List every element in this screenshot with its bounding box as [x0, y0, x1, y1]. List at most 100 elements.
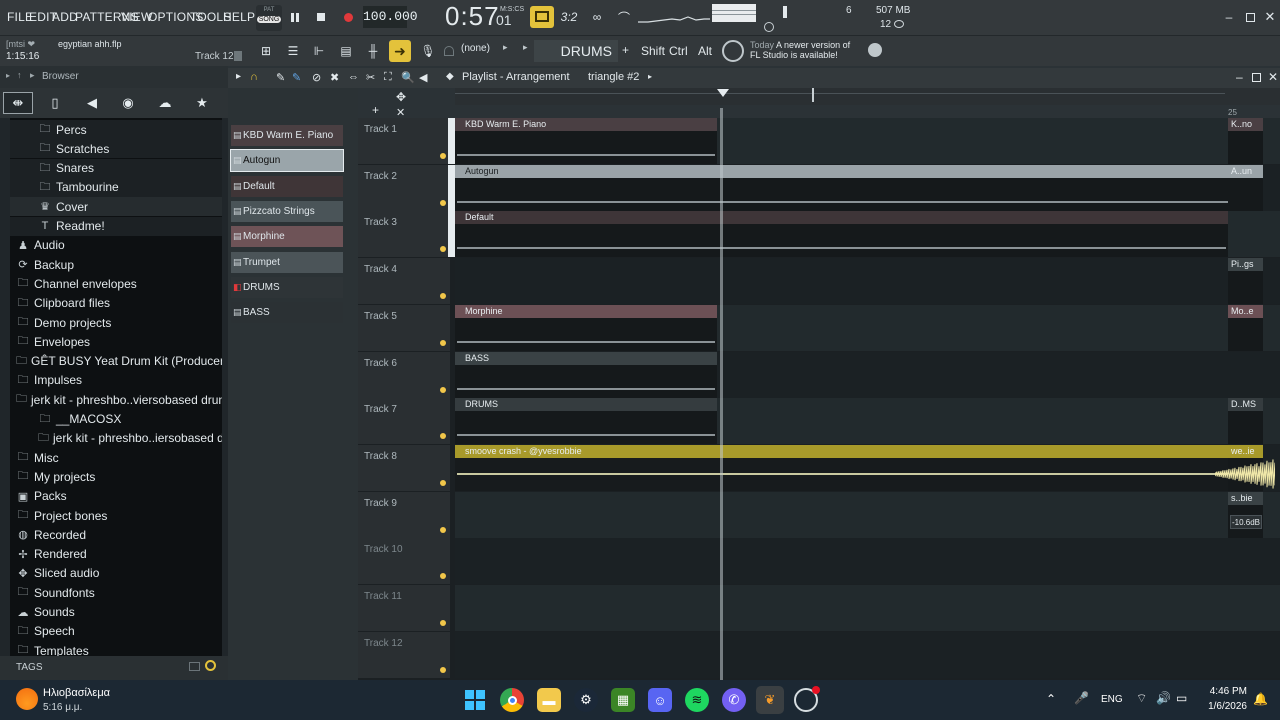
tab-all-icon[interactable]: ⇼: [3, 92, 33, 114]
pattern-clip[interactable]: KBD Warm E. Piano: [455, 118, 717, 164]
track-enable-led[interactable]: [440, 573, 446, 580]
track-lane[interactable]: Default: [448, 211, 1280, 258]
paint-tool-icon[interactable]: ✎: [292, 71, 301, 84]
track-header[interactable]: Track 4: [358, 258, 450, 305]
song-time-display[interactable]: 0:57: [445, 1, 500, 32]
modifier-ctrl[interactable]: Ctrl: [669, 44, 688, 58]
channel-rack-button[interactable]: ☰: [283, 41, 303, 61]
playback-tool-icon[interactable]: ◀: [419, 71, 427, 84]
browser-item[interactable]: 🗀 Impulses: [10, 371, 222, 390]
step-sequencer-button[interactable]: ➜: [389, 40, 411, 62]
pattern-clip[interactable]: Default: [455, 211, 1228, 258]
end-clip[interactable]: K..no: [1228, 118, 1263, 164]
browser-button[interactable]: ▤: [336, 41, 356, 61]
select-tool-icon[interactable]: ⛶: [384, 71, 392, 84]
tab-project-icon[interactable]: ▯: [40, 92, 70, 114]
countdown-button[interactable]: 3:2: [558, 7, 580, 27]
minecraft-icon[interactable]: ▦: [611, 688, 635, 712]
playlist-nav-icon[interactable]: ◆: [446, 71, 454, 82]
browser-item[interactable]: 🗀 jerk kit - phreshbo..iersobased drum ki…: [10, 429, 222, 448]
playlist-pattern-ref[interactable]: triangle #2: [588, 71, 639, 83]
tag-folder-icon[interactable]: [189, 662, 200, 671]
record-button[interactable]: [338, 7, 358, 27]
browser-item[interactable]: 🗀 Clipboard files: [10, 294, 222, 313]
slice-tool-icon[interactable]: ✂: [366, 71, 375, 84]
playlist-close-icon[interactable]: ✕: [1268, 70, 1278, 84]
pattern-clip[interactable]: BASS: [455, 351, 717, 398]
tab-plugins-icon[interactable]: ◀: [77, 92, 107, 114]
playlist-menu-icon[interactable]: ▸: [236, 71, 241, 82]
mixer-button[interactable]: ╫: [363, 41, 383, 61]
restore-button[interactable]: [1241, 8, 1259, 26]
browser-item[interactable]: ✥ Sliced audio: [10, 564, 222, 583]
browser-item[interactable]: 🗀 __MACOSX: [10, 410, 222, 429]
tray-mic-icon[interactable]: 🎤: [1074, 691, 1089, 705]
language-indicator[interactable]: ENG: [1101, 694, 1123, 705]
fl-studio-taskbar-icon[interactable]: ❦: [756, 686, 784, 714]
tab-cloud-icon[interactable]: ☁: [150, 92, 180, 114]
browser-item[interactable]: ◍ Recorded: [10, 525, 222, 544]
tag-search-icon[interactable]: [205, 660, 216, 671]
track-lane[interactable]: [455, 585, 1280, 631]
weather-sunset-icon[interactable]: [16, 688, 38, 710]
start-button[interactable]: [463, 688, 487, 712]
playhead-line[interactable]: [720, 108, 723, 680]
playhead-marker-icon[interactable]: [717, 89, 729, 97]
browser-item[interactable]: 🗀 My projects: [10, 467, 222, 486]
browser-item[interactable]: 🗀 Soundfonts: [10, 583, 222, 602]
slip-tool-icon[interactable]: ⇔: [348, 71, 359, 83]
pattern-arrow-icon[interactable]: ▸: [523, 42, 528, 53]
browser-item[interactable]: ⟳ Backup: [10, 255, 222, 274]
browser-item[interactable]: 🗀 GÊT BUSY Yeat Drum Kit (Producergrind): [10, 352, 222, 371]
track-lane[interactable]: s..bie: [455, 491, 1280, 538]
track-enable-led[interactable]: [440, 386, 446, 393]
delete-tool-icon[interactable]: ⊘: [312, 71, 321, 84]
snap-arrow-icon[interactable]: ▸: [503, 42, 508, 53]
pattern-item[interactable]: ▤ BASS: [231, 302, 343, 324]
track-lane[interactable]: DRUMS D..MS: [455, 398, 1280, 445]
browser-item[interactable]: ♛ Cover: [10, 197, 222, 217]
end-clip[interactable]: Pi..gs: [1228, 258, 1263, 305]
track-header[interactable]: Track 2: [358, 164, 450, 211]
pattern-item[interactable]: ▤ Morphine: [231, 226, 343, 248]
mute-tool-icon[interactable]: ✖: [330, 71, 339, 84]
track-header[interactable]: Track 11: [358, 585, 450, 631]
pattern-selector[interactable]: DRUMS: [534, 40, 618, 62]
up-arrow-icon[interactable]: ↑: [17, 70, 22, 80]
track-header[interactable]: Track 6: [358, 351, 450, 398]
pattern-item[interactable]: ▤ Pizzcato Strings: [231, 200, 343, 222]
pattern-item[interactable]: ▤ Trumpet: [231, 251, 343, 273]
browser-item[interactable]: T Readme!: [10, 216, 222, 236]
mic-button[interactable]: 🎙: [418, 41, 438, 61]
weather-label[interactable]: Ηλιοβασίλεμα: [43, 687, 110, 699]
stop-button[interactable]: [311, 7, 331, 27]
news-panel[interactable]: Today A newer version of FL Studio is av…: [750, 40, 860, 60]
browser-item[interactable]: 🗀 Scratches: [10, 139, 222, 159]
browser-item[interactable]: 🗀 jerk kit - phreshbo..viersobased drum k…: [10, 390, 222, 409]
wifi-icon[interactable]: ⌔: [1136, 691, 1147, 706]
track-enable-led[interactable]: [440, 479, 446, 486]
browser-item[interactable]: 🗀 Channel envelopes: [10, 274, 222, 293]
loop-record-button[interactable]: ∞: [586, 7, 608, 27]
tray-overflow-icon[interactable]: ⌃: [1046, 692, 1056, 706]
track-enable-led[interactable]: [440, 339, 446, 346]
globe-icon[interactable]: [868, 43, 882, 57]
track-header[interactable]: Track 5: [358, 304, 450, 351]
typing-keyboard-button[interactable]: [530, 6, 554, 28]
tab-online-icon[interactable]: ◉: [113, 92, 143, 114]
piano-roll-button[interactable]: ⊩: [309, 41, 329, 61]
notification-bell-icon[interactable]: 🔔: [1253, 692, 1268, 706]
snap-selector[interactable]: (none): [461, 43, 490, 54]
discord-icon[interactable]: ☺: [648, 688, 672, 712]
browser-item[interactable]: 🗀 Tambourine: [10, 177, 222, 197]
browser-item[interactable]: 🗀 Templates: [10, 641, 222, 656]
playlist-minimize-icon[interactable]: –: [1236, 70, 1243, 84]
playlist-maximize-icon[interactable]: [1252, 73, 1261, 82]
playlist-button[interactable]: ⊞: [256, 41, 276, 61]
track-lane[interactable]: smoove crash - @yvesrobbie we..ie: [455, 444, 1280, 491]
browser-item[interactable]: ♟ Audio: [10, 236, 222, 255]
track-header[interactable]: Track 10: [358, 538, 450, 585]
track-header[interactable]: Track 3: [358, 211, 450, 258]
spotify-icon[interactable]: ≋: [685, 688, 709, 712]
tempo-display[interactable]: 100.000: [363, 6, 418, 28]
